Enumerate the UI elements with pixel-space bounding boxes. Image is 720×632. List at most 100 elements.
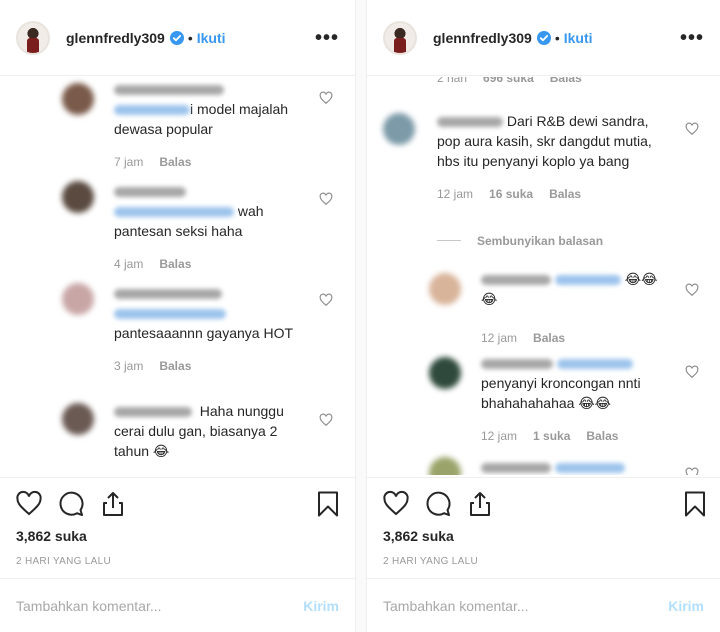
comment-time[interactable]: 12 jam [481,331,517,345]
post-header: glennfredly309 • Ikuti ••• [367,0,720,76]
reply-button[interactable]: Balas [159,359,191,373]
reply-button[interactable]: Balas [550,77,582,85]
post-date[interactable]: 2 HARI YANG LALU [16,556,111,567]
mention-link[interactable] [556,359,633,370]
commenter-avatar[interactable] [383,113,415,145]
commenter-username[interactable] [481,275,551,286]
heart-icon[interactable] [382,490,410,518]
reply-button[interactable]: Balas [533,331,565,345]
post-comment-button[interactable]: Kirim [303,598,339,614]
separator-dot: • [554,29,560,46]
mention-link[interactable] [114,105,190,116]
reply-button[interactable]: Balas [159,155,191,169]
more-options-icon[interactable]: ••• [680,28,704,48]
hide-replies-line [437,240,461,242]
comment-likes[interactable]: 1 suka [533,429,570,443]
panel-divider [356,0,366,632]
post-panel-right: glennfredly309 • Ikuti ••• 2 hari 696 suk… [366,0,720,632]
commenter-avatar[interactable] [62,83,94,115]
reply-button[interactable]: Balas [586,429,618,443]
more-options-icon[interactable]: ••• [315,28,339,48]
follow-button[interactable]: Ikuti [564,30,593,46]
comment-item [481,457,671,475]
verified-badge-icon [536,30,551,45]
comments-list[interactable]: i model majalah dewasa popular 7 jam Bala… [0,77,355,475]
profile-avatar[interactable] [383,20,417,55]
mention-link[interactable] [114,309,226,320]
commenter-avatar[interactable] [62,283,94,315]
comment-time[interactable]: 3 jam [114,359,143,373]
profile-avatar[interactable] [16,20,50,55]
commenter-username[interactable] [481,463,551,474]
like-comment-heart-icon[interactable] [685,467,699,475]
verified-badge-icon [169,30,184,45]
comment-item: i model majalah dewasa popular 7 jam Bala… [114,79,314,169]
comment-input[interactable] [16,597,304,614]
mention-link[interactable] [114,207,234,218]
comments-list[interactable]: 2 hari 696 suka Balas Dari R&B dewi sandra… [367,77,720,475]
add-comment-bar: Kirim [367,578,720,632]
bookmark-icon[interactable] [681,490,709,518]
like-comment-heart-icon[interactable] [319,413,333,427]
commenter-username[interactable] [114,187,186,198]
post-actions: 3,862 suka 2 HARI YANG LALU [367,477,720,577]
comment-item: pantesaaannn gayanya HOT 3 jam Balas [114,283,314,373]
comment-text: penyanyi kroncongan nnti bhahahahahaa 😂😂 [481,375,641,411]
reply-button[interactable]: Balas [159,257,191,271]
comment-icon[interactable] [424,490,452,518]
share-icon[interactable] [99,490,127,518]
separator-dot: • [187,29,193,46]
commenter-avatar[interactable] [429,457,461,475]
comment-time[interactable]: 2 hari [437,77,467,85]
heart-icon[interactable] [15,490,43,518]
bookmark-icon[interactable] [314,490,342,518]
like-comment-heart-icon[interactable] [685,283,699,297]
reply-button[interactable]: Balas [549,187,581,201]
commenter-username[interactable] [481,359,553,370]
hide-replies-button[interactable]: Sembunyikan balasan [437,232,603,250]
add-comment-bar: Kirim [0,578,355,632]
comment-item: Haha nunggu cerai dulu gan, biasanya 2 t… [114,401,306,461]
follow-button[interactable]: Ikuti [197,30,226,46]
username-link[interactable]: glennfredly309 [433,30,532,46]
comment-time[interactable]: 7 jam [114,155,143,169]
commenter-username[interactable] [114,407,192,418]
mention-link[interactable] [554,275,621,286]
like-comment-heart-icon[interactable] [319,293,333,307]
like-comment-heart-icon[interactable] [685,122,699,136]
comment-input[interactable] [383,597,669,614]
commenter-username[interactable] [114,85,224,96]
post-panel-left: glennfredly309 • Ikuti ••• i model majal… [0,0,356,632]
commenter-avatar[interactable] [62,403,94,435]
commenter-username[interactable] [437,117,503,128]
comment-item: wah pantesan seksi haha 4 jam Balas [114,181,314,271]
comment-item: penyanyi kroncongan nnti bhahahahahaa 😂😂… [481,353,671,443]
commenter-avatar[interactable] [429,357,461,389]
post-date[interactable]: 2 HARI YANG LALU [383,556,478,567]
share-icon[interactable] [466,490,494,518]
comment-item: 😂😂 😂 12 jam Balas [481,269,671,345]
commenter-username[interactable] [114,289,222,300]
comment-item: Dari R&B dewi sandra, pop aura kasih, sk… [437,111,667,201]
likes-count[interactable]: 3,862 suka [383,528,454,544]
like-comment-heart-icon[interactable] [319,91,333,105]
mention-link[interactable] [554,463,625,474]
comment-time[interactable]: 12 jam [437,187,473,201]
hide-replies-label: Sembunyikan balasan [477,234,604,248]
like-comment-heart-icon[interactable] [685,365,699,379]
post-header: glennfredly309 • Ikuti ••• [0,0,355,76]
comment-likes[interactable]: 696 suka [483,77,534,85]
comment-time[interactable]: 4 jam [114,257,143,271]
like-comment-heart-icon[interactable] [319,192,333,206]
post-comment-button[interactable]: Kirim [668,598,704,614]
comment-likes[interactable]: 16 suka [489,187,533,201]
likes-count[interactable]: 3,862 suka [16,528,87,544]
post-actions: 3,862 suka 2 HARI YANG LALU [0,477,355,577]
commenter-avatar[interactable] [62,181,94,213]
comment-meta-partial: 2 hari 696 suka Balas [437,77,582,85]
username-link[interactable]: glennfredly309 [66,30,165,46]
comment-icon[interactable] [57,490,85,518]
comment-time[interactable]: 12 jam [481,429,517,443]
comment-text: pantesaaannn gayanya HOT [114,325,294,341]
commenter-avatar[interactable] [429,273,461,305]
